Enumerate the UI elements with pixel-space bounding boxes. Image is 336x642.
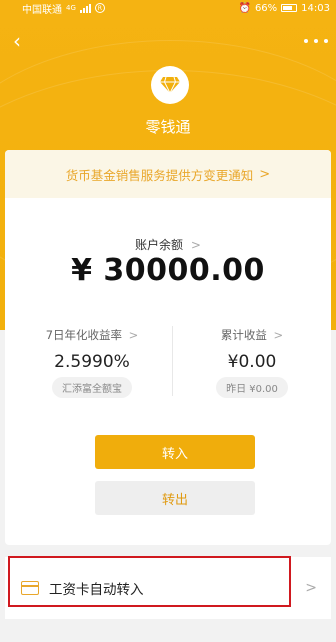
yield-value: 2.5990%: [54, 352, 130, 372]
more-button[interactable]: [304, 32, 328, 50]
income-label-row: 累计收益 >: [177, 327, 327, 343]
yield-label: 7日年化收益率: [45, 328, 123, 342]
transfer-out-button[interactable]: 转出: [95, 481, 255, 515]
transfer-in-button[interactable]: 转入: [95, 435, 255, 469]
diamond-icon: [160, 76, 180, 94]
alarm-icon: ⏰: [238, 2, 251, 14]
yield-stat[interactable]: 7日年化收益率 > 2.5990% 汇添富全额宝: [17, 327, 167, 398]
chevron-right-icon: >: [273, 328, 284, 342]
notice-text: 货币基金销售服务提供方变更通知: [65, 167, 254, 183]
income-stat[interactable]: 累计收益 > ¥0.00 昨日 ¥0.00: [177, 327, 327, 398]
more-dot-icon: [304, 39, 308, 43]
yield-label-row: 7日年化收益率 >: [17, 327, 167, 343]
app-logo: [151, 66, 189, 104]
chevron-left-icon: ‹: [13, 29, 21, 53]
balance-label-link[interactable]: 账户余额 >: [5, 236, 331, 253]
clock: 14:03: [301, 2, 330, 14]
balance-card: 货币基金销售服务提供方变更通知 > 账户余额 > ¥ 30000.00 7日年化…: [5, 150, 331, 545]
back-button[interactable]: ‹: [6, 30, 28, 52]
notice-banner[interactable]: 货币基金销售服务提供方变更通知 >: [5, 150, 331, 198]
carrier-name: 中国联通: [22, 4, 62, 16]
nfc-icon: R: [94, 3, 105, 13]
chevron-right-icon: >: [305, 580, 317, 596]
auto-transfer-row[interactable]: 工资卡自动转入 >: [5, 557, 331, 619]
bank-card-icon: [21, 581, 39, 595]
yesterday-income-badge: 昨日 ¥0.00: [216, 377, 288, 398]
more-dot-icon: [314, 39, 318, 43]
income-label: 累计收益: [220, 328, 267, 342]
stats-divider: [172, 326, 173, 396]
income-value: ¥0.00: [227, 352, 277, 372]
battery-percent: 66%: [254, 2, 278, 14]
chevron-right-icon: >: [190, 238, 201, 252]
balance-label: 账户余额: [135, 238, 184, 252]
network-type: 4G: [66, 4, 76, 12]
fund-name-badge: 汇添富全额宝: [52, 377, 132, 398]
signal-icon: [79, 3, 91, 13]
battery-icon: [281, 4, 298, 12]
auto-transfer-label: 工资卡自动转入: [49, 582, 144, 598]
chevron-right-icon: >: [259, 166, 271, 182]
balance-amount: ¥ 30000.00: [71, 253, 265, 288]
status-bar-right: ⏰ 66% 14:03: [238, 3, 330, 14]
status-bar-left: 中国联通 4G R: [22, 1, 105, 16]
chevron-right-icon: >: [128, 328, 139, 342]
status-bar: 中国联通 4G R ⏰ 66% 14:03: [0, 0, 336, 16]
page-title: 零钱通: [145, 118, 191, 136]
more-dot-icon: [324, 39, 328, 43]
